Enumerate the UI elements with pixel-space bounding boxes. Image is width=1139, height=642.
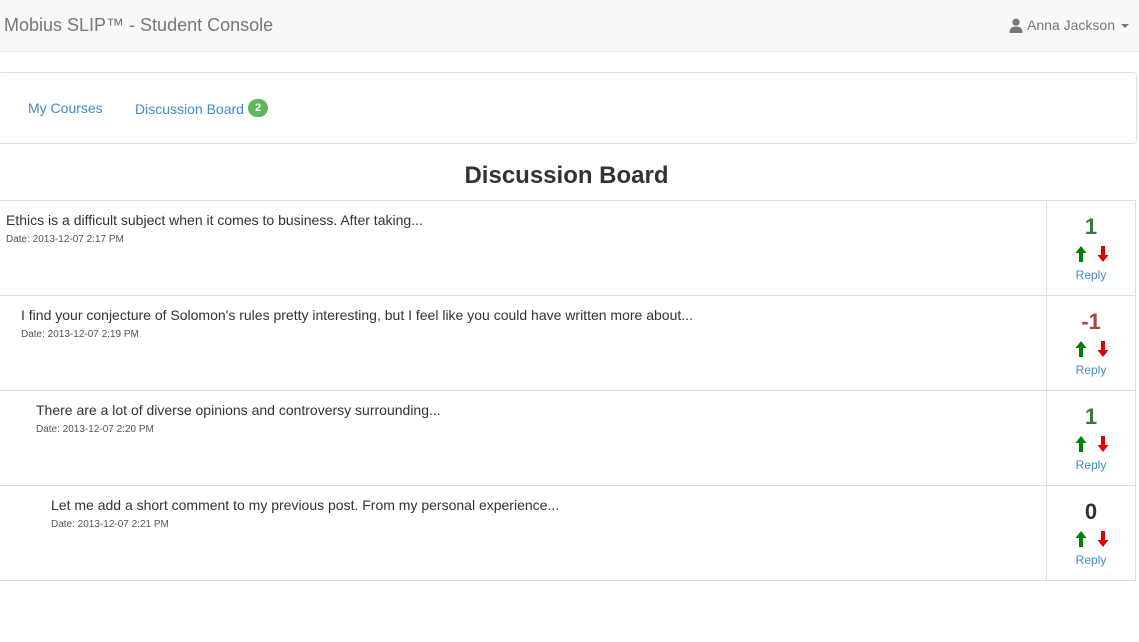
user-menu[interactable]: Anna Jackson [1009,17,1129,33]
post-text[interactable]: I find your conjecture of Solomon's rule… [21,307,693,323]
reply-link[interactable]: Reply [1047,363,1135,377]
vote-cell: 1 Reply [1046,391,1135,485]
vote-controls [1075,531,1109,547]
post-row: There are a lot of diverse opinions and … [0,391,1136,486]
arrow-down-icon[interactable] [1097,341,1109,357]
post-body: I find your conjecture of Solomon's rule… [21,307,693,340]
vote-score: 0 [1084,499,1098,524]
tab-label: Discussion Board [135,101,244,117]
posts-list: Ethics is a difficult subject when it co… [0,200,1136,581]
post-date: Date: 2013-12-07 2:17 PM [6,234,124,245]
page-title: Discussion Board [464,162,669,189]
vote-cell: 1 Reply [1046,201,1135,295]
post-row: Ethics is a difficult subject when it co… [0,201,1136,296]
vote-score: 1 [1084,404,1098,429]
post-date: Date: 2013-12-07 2:21 PM [51,519,169,530]
post-row: I find your conjecture of Solomon's rule… [0,296,1136,391]
arrow-up-icon[interactable] [1075,246,1087,262]
tab-label: My Courses [28,100,103,116]
vote-score: -1 [1081,309,1101,334]
post-date: Date: 2013-12-07 2:19 PM [21,329,139,340]
reply-link[interactable]: Reply [1047,553,1135,567]
arrow-down-icon[interactable] [1097,436,1109,452]
vote-controls [1075,341,1109,357]
tab-discussion-board[interactable]: Discussion Board 2 [135,99,269,118]
brand-title[interactable]: Mobius SLIP™ - Student Console [4,15,273,36]
vote-score: 1 [1084,214,1098,239]
post-body: There are a lot of diverse opinions and … [36,402,441,435]
post-date: Date: 2013-12-07 2:20 PM [36,424,154,435]
arrow-up-icon[interactable] [1075,531,1087,547]
arrow-up-icon[interactable] [1075,341,1087,357]
user-icon [1009,18,1023,33]
post-text[interactable]: Let me add a short comment to my previou… [51,497,559,513]
navbar: Mobius SLIP™ - Student Console Anna Jack… [0,0,1139,52]
tab-my-courses[interactable]: My Courses [28,100,103,116]
arrow-up-icon[interactable] [1075,436,1087,452]
post-text[interactable]: Ethics is a difficult subject when it co… [6,212,423,228]
arrow-down-icon[interactable] [1097,246,1109,262]
vote-controls [1075,246,1109,262]
post-row: Let me add a short comment to my previou… [0,486,1136,581]
post-text[interactable]: There are a lot of diverse opinions and … [36,402,441,418]
chevron-down-icon [1121,24,1129,28]
reply-link[interactable]: Reply [1047,458,1135,472]
vote-controls [1075,436,1109,452]
vote-cell: -1 Reply [1046,296,1135,390]
user-name: Anna Jackson [1027,17,1115,33]
tabs-panel: My Courses Discussion Board 2 [0,72,1137,144]
post-body: Let me add a short comment to my previou… [51,497,559,530]
post-body: Ethics is a difficult subject when it co… [6,212,423,245]
reply-link[interactable]: Reply [1047,268,1135,282]
unread-badge: 2 [247,99,269,117]
arrow-down-icon[interactable] [1097,531,1109,547]
vote-cell: 0 Reply [1046,486,1135,580]
